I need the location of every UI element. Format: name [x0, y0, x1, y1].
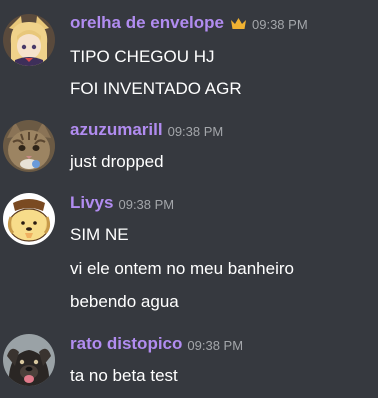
- timestamp: 09:38 PM: [167, 123, 224, 139]
- message-text: TIPO CHEGOU HJ: [70, 47, 215, 66]
- message-text: vi ele ontem no meu banheiro: [70, 259, 294, 278]
- message-header: azuzumarill 09:38 PM: [70, 120, 223, 140]
- avatar[interactable]: [3, 334, 55, 386]
- message-header: orelha de envelope 09:38 PM: [70, 13, 308, 33]
- cat-avatar-icon: [3, 120, 55, 172]
- avatar[interactable]: [3, 120, 55, 172]
- message-text: ta no beta test: [70, 366, 178, 385]
- username[interactable]: azuzumarill: [70, 120, 163, 140]
- timestamp: 09:38 PM: [252, 16, 308, 32]
- message-text: SIM NE: [70, 225, 129, 244]
- avatar[interactable]: [3, 14, 55, 66]
- crown-icon: [231, 17, 246, 29]
- dog-avatar-icon: [3, 334, 55, 386]
- pompompurin-avatar-icon: [3, 193, 55, 245]
- username[interactable]: orelha de envelope: [70, 13, 224, 33]
- message-header: Livys 09:38 PM: [70, 193, 174, 213]
- timestamp: 09:38 PM: [118, 196, 175, 212]
- username[interactable]: rato distopico: [70, 334, 182, 354]
- message-text: bebendo agua: [70, 292, 179, 311]
- message-text: just dropped: [70, 152, 164, 171]
- chat-message-list: orelha de envelope 09:38 PM TIPO CHEGOU …: [0, 0, 378, 398]
- avatar[interactable]: [3, 193, 55, 245]
- timestamp: 09:38 PM: [187, 337, 244, 353]
- message-text: FOI INVENTADO AGR: [70, 79, 242, 98]
- message-header: rato distopico 09:38 PM: [70, 334, 243, 354]
- anime-character-avatar-icon: [3, 14, 55, 66]
- username[interactable]: Livys: [70, 193, 113, 213]
